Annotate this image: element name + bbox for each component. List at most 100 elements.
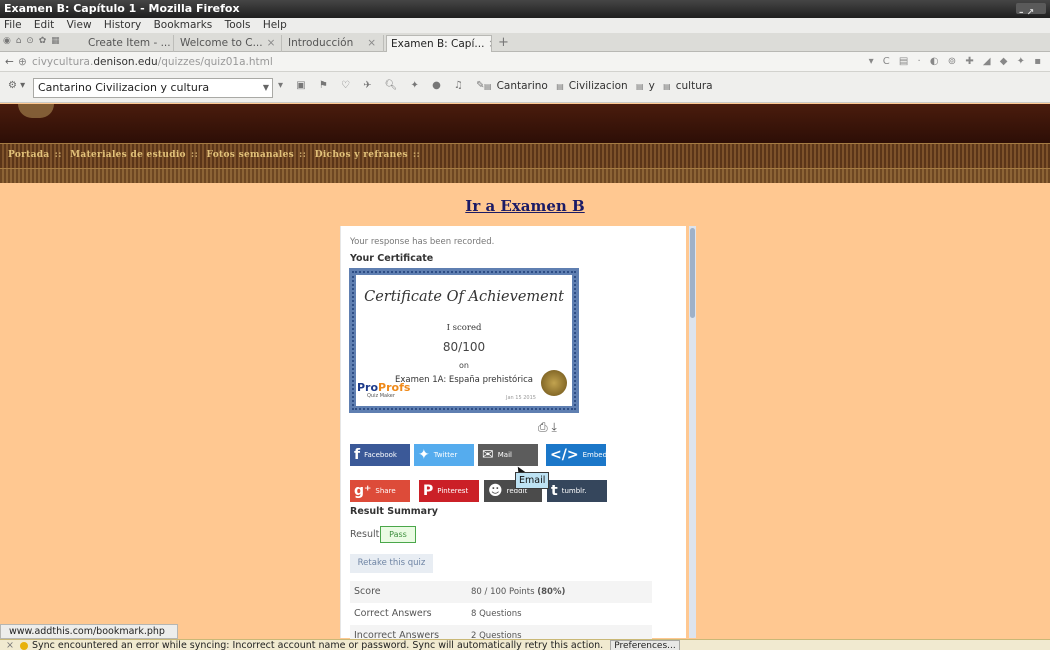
retake-quiz-button[interactable]: Retake this quiz xyxy=(350,554,433,573)
url-domain: denison.edu xyxy=(93,56,158,68)
tab-introduccion[interactable]: Introducción × xyxy=(284,35,384,52)
download-icon[interactable]: ⤓ xyxy=(551,420,556,434)
menu-file[interactable]: File xyxy=(4,19,22,31)
site-nav: Portada:: Materiales de estudio:: Fotos … xyxy=(8,150,421,160)
tab-create-item-label: Create Item - ... xyxy=(88,37,171,49)
search-engine-icon[interactable]: ⚙ ▾ xyxy=(8,80,25,91)
stat-value: 80 / 100 Points (80%) xyxy=(471,587,566,597)
facebook-share-button[interactable]: f Facebook xyxy=(350,444,410,466)
tumblr-icon: t xyxy=(551,483,558,499)
tab-create-item[interactable]: Create Item - ...× xyxy=(84,35,174,52)
certificate-on: on xyxy=(459,361,469,370)
highlight-icon: ▤ xyxy=(556,82,564,91)
certificate-score: 80/100 xyxy=(442,340,486,354)
site-header xyxy=(0,104,1050,143)
google-plus-icon: g⁺ xyxy=(354,483,372,499)
search-field[interactable]: Cantarino Civilizacion y cultura ▼ xyxy=(33,78,273,98)
pinterest-share-button[interactable]: P Pinterest xyxy=(419,480,479,502)
globe-icon[interactable]: ⊕ xyxy=(18,52,27,72)
certificate-title: Certificate Of Achievement xyxy=(364,289,564,305)
ir-a-examen-b-link[interactable]: Ir a Examen B xyxy=(0,197,1050,215)
chevron-down-icon[interactable]: ▼ xyxy=(263,79,269,97)
close-icon[interactable]: × xyxy=(488,38,491,50)
twitter-icon: ✦ xyxy=(418,447,430,463)
menu-tools[interactable]: Tools xyxy=(225,19,251,31)
stat-value: 8 Questions xyxy=(471,609,522,619)
code-icon: </> xyxy=(550,447,579,463)
print-download-icons: ⎙ ⤓ xyxy=(538,420,557,435)
menu-edit[interactable]: Edit xyxy=(34,19,54,31)
menu-help[interactable]: Help xyxy=(263,19,287,31)
nav-portada[interactable]: Portada xyxy=(8,150,49,160)
close-icon[interactable]: × xyxy=(367,37,376,49)
menu-bar: File Edit View History Bookmarks Tools H… xyxy=(0,18,1050,33)
search-term[interactable]: Civilizacion xyxy=(569,80,628,92)
stat-row-correct: Correct Answers 8 Questions xyxy=(350,603,652,625)
twitter-share-button[interactable]: ✦ Twitter xyxy=(414,444,474,466)
response-recorded-text: Your response has been recorded. xyxy=(350,237,495,247)
search-toolbar: ⚙ ▾ Cantarino Civilizacion y cultura ▼ ▾… xyxy=(0,72,1050,103)
tumblr-share-button[interactable]: t tumblr. xyxy=(547,480,607,502)
seal-icon xyxy=(541,370,567,396)
tab-welcome[interactable]: Welcome to C... × xyxy=(176,35,282,52)
new-tab-button[interactable]: + xyxy=(498,35,509,51)
search-tool-icons[interactable]: ▾ ▣ ⚑ ♡ ✈ 🔍︎ ✦ ● ♫ ✎ xyxy=(278,80,490,91)
panel-scrollbar[interactable] xyxy=(689,226,696,638)
envelope-icon: ✉ xyxy=(482,447,494,463)
window-controls[interactable]: – ↗ xyxy=(1016,3,1046,18)
close-icon[interactable]: × xyxy=(267,37,276,49)
embed-button[interactable]: </> Embed xyxy=(546,444,606,466)
certificate-scored: I scored xyxy=(446,323,482,333)
stats-table: Score 80 / 100 Points (80%) Correct Answ… xyxy=(350,581,652,647)
window-title-bar: Examen B: Capítulo 1 - Mozilla Firefox –… xyxy=(0,0,1050,18)
facebook-icon: f xyxy=(354,447,361,463)
menu-bookmarks[interactable]: Bookmarks xyxy=(154,19,213,31)
certificate-date: Jan 15 2015 xyxy=(506,395,536,401)
search-terms: ▤ Cantarino ▤ Civilizacion ▤ y ▤ cultura xyxy=(484,80,718,92)
certificate: Certificate Of Achievement I scored 80/1… xyxy=(349,268,579,413)
navigation-bar: ← ⊕ civycultura.denison.edu/quizzes/quiz… xyxy=(0,52,1050,72)
nav-fotos[interactable]: Fotos semanales xyxy=(207,150,295,160)
result-summary-heading: Result Summary xyxy=(350,506,438,517)
highlight-icon: ▤ xyxy=(484,82,492,91)
tab-examen-b[interactable]: Examen B: Capí...× xyxy=(386,35,492,52)
site-logo xyxy=(18,104,54,118)
search-term[interactable]: Cantarino xyxy=(497,80,548,92)
tab-welcome-label: Welcome to C... xyxy=(180,37,263,49)
scrollbar-thumb[interactable] xyxy=(690,228,695,318)
url-bar[interactable]: civycultura.denison.edu/quizzes/quiz01a.… xyxy=(32,52,273,72)
quiz-result-panel: Your response has been recorded. Your Ce… xyxy=(340,226,686,647)
menu-view[interactable]: View xyxy=(67,19,92,31)
toolbar-icons-right[interactable]: ▾ C ▤ · ◐ ⊚ ✚ ◢ ◆ ✦ ▪ xyxy=(869,52,1044,72)
nav-materiales[interactable]: Materiales de estudio xyxy=(70,150,186,160)
highlight-icon: ▤ xyxy=(636,82,644,91)
pass-badge: Pass xyxy=(380,526,416,543)
tab-bar: ◉ ⌂ ⊙ ✿ ▦ Create Item - ...× Welcome to … xyxy=(0,33,1050,52)
mail-share-button[interactable]: ✉ Mail xyxy=(478,444,538,466)
search-engine-value: Cantarino Civilizacion y cultura xyxy=(38,81,210,94)
stat-key: Score xyxy=(354,586,381,597)
proprofs-logo: ProProfs Quiz Maker xyxy=(357,381,411,399)
tab-examen-b-label: Examen B: Capí... xyxy=(391,38,485,50)
status-url: www.addthis.com/bookmark.php xyxy=(0,624,178,639)
your-certificate-heading: Your Certificate xyxy=(350,253,434,264)
pinned-tab-icons[interactable]: ◉ ⌂ ⊙ ✿ ▦ xyxy=(3,36,61,46)
warning-icon xyxy=(19,641,28,650)
search-term[interactable]: cultura xyxy=(676,80,713,92)
back-arrow-icon[interactable]: ← xyxy=(5,52,14,72)
sync-error-message: Sync encountered an error while syncing:… xyxy=(31,640,604,650)
reddit-icon: ☻ xyxy=(488,483,503,499)
preferences-button[interactable]: Preferences... xyxy=(610,640,680,650)
print-icon[interactable]: ⎙ xyxy=(538,420,548,434)
google-plus-share-button[interactable]: g⁺ Share xyxy=(350,480,410,502)
search-term[interactable]: y xyxy=(649,80,655,92)
highlight-icon: ▤ xyxy=(663,82,671,91)
result-label: Result xyxy=(350,529,380,540)
nav-dichos[interactable]: Dichos y refranes xyxy=(315,150,408,160)
menu-history[interactable]: History xyxy=(104,19,141,31)
window-title: Examen B: Capítulo 1 - Mozilla Firefox xyxy=(4,2,240,15)
url-path: /quizzes/quiz01a.html xyxy=(157,56,273,68)
decorative-border xyxy=(0,169,1050,183)
close-icon[interactable]: × xyxy=(6,640,14,650)
tab-introduccion-label: Introducción xyxy=(288,37,354,49)
